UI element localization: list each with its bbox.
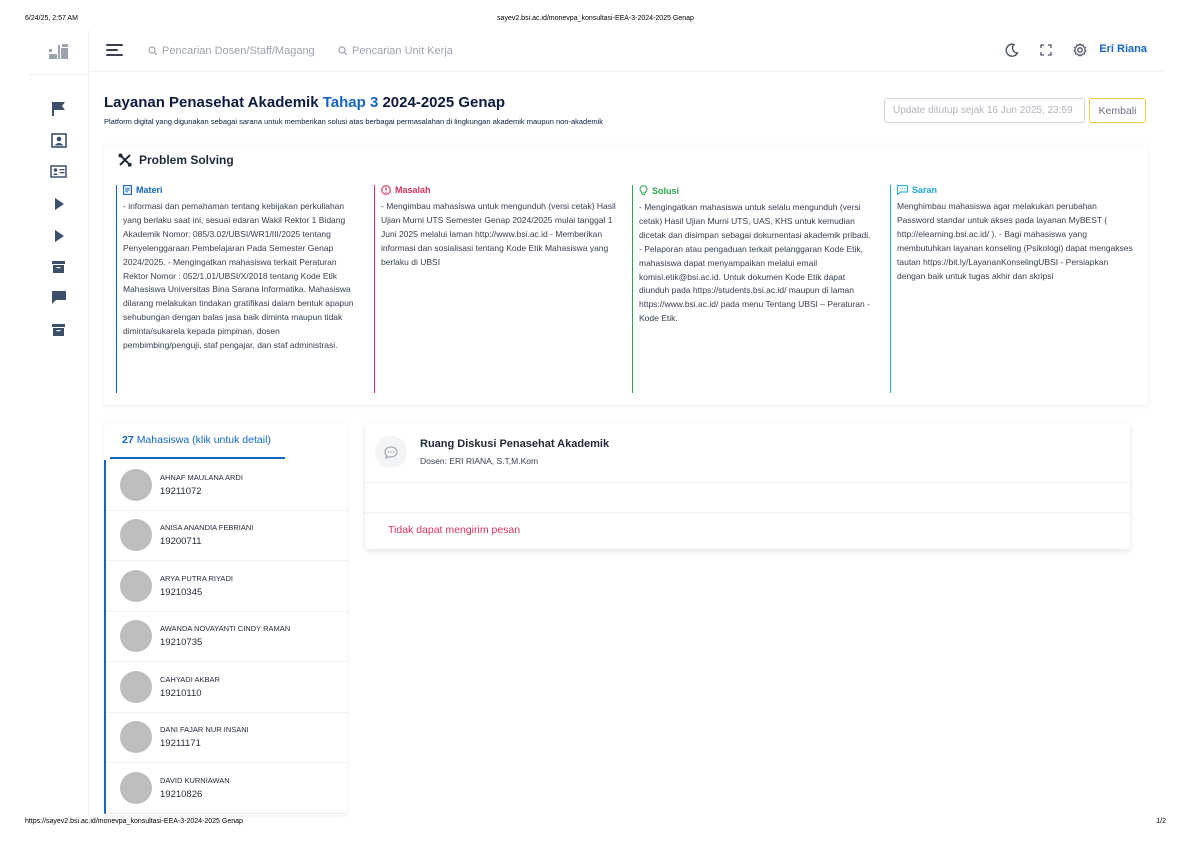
saran-column: Saran Menghimbau mahasiswa agar melakuka… bbox=[890, 185, 1133, 393]
print-url: https://sayev2.bsi.ac.id/monevpa_konsult… bbox=[25, 818, 243, 825]
student-row[interactable]: AHNAF MAULANA ARDI 19211072 bbox=[106, 460, 347, 511]
user-menu[interactable]: Eri Riana bbox=[1099, 43, 1147, 55]
page-title: Layanan Penasehat Akademik Tahap 3 2024-… bbox=[104, 94, 505, 111]
flag-icon[interactable] bbox=[50, 100, 67, 117]
masalah-label: Masalah bbox=[395, 185, 431, 195]
student-name: ANISA ANANDIA FEBRIANI bbox=[160, 523, 254, 533]
lightbulb-icon bbox=[639, 185, 648, 196]
student-row[interactable]: ARYA PUTRA RIYADI 19210345 bbox=[106, 561, 347, 612]
solusi-label: Solusi bbox=[652, 185, 680, 196]
search-dosen-input[interactable]: Pencarian Dosen/Staff/Magang bbox=[148, 43, 323, 59]
student-nim: 19211072 bbox=[160, 485, 202, 497]
materi-column: Materi - informasi dan pemahaman tentang… bbox=[116, 185, 359, 393]
back-button[interactable]: Kembali bbox=[1089, 98, 1146, 123]
search-unit-input[interactable]: Pencarian Unit Kerja bbox=[338, 43, 473, 59]
students-tab-label: Mahasiswa (klik untuk detail) bbox=[136, 434, 271, 446]
print-header: 6/24/25, 2:57 AM sayev2.bsi.ac.id/monevp… bbox=[25, 15, 1166, 25]
student-list: AHNAF MAULANA ARDI 19211072 ANISA ANANDIA… bbox=[104, 460, 347, 814]
play-icon-2[interactable] bbox=[50, 227, 67, 244]
menu-icon[interactable] bbox=[106, 44, 123, 57]
alert-circle-icon bbox=[381, 185, 391, 195]
student-name: AWANDA NOVAYANTI CINDY RAMAN bbox=[160, 624, 291, 634]
avatar bbox=[120, 721, 152, 754]
document-icon bbox=[123, 185, 132, 195]
student-row[interactable]: AWANDA NOVAYANTI CINDY RAMAN 19210735 bbox=[106, 612, 347, 662]
discussion-lecturer: Dosen: ERI RIANA, S.T,M.Kom bbox=[420, 456, 539, 466]
fullscreen-icon[interactable] bbox=[1038, 42, 1054, 58]
saran-label: Saran bbox=[912, 185, 938, 195]
dark-mode-moon-icon[interactable] bbox=[1004, 42, 1020, 58]
discussion-card: Ruang Diskusi Penasehat Akademik Dosen: … bbox=[365, 423, 1130, 549]
student-row[interactable]: CAHYADI AKBAR 19210110 bbox=[106, 662, 347, 713]
student-name: ARYA PUTRA RIYADI bbox=[160, 573, 233, 583]
masalah-column: Masalah - Mengimbau mahasiswa untuk meng… bbox=[374, 185, 617, 393]
gear-icon[interactable] bbox=[1072, 42, 1088, 58]
solusi-column: Solusi - Mengingatkan mahasiswa untuk se… bbox=[632, 185, 875, 393]
print-page-number: 1/2 bbox=[1156, 818, 1166, 825]
chat-bubble-icon bbox=[375, 436, 407, 468]
student-name: AHNAF MAULANA ARDI bbox=[160, 472, 243, 482]
id-card-icon[interactable] bbox=[50, 163, 67, 180]
avatar bbox=[120, 771, 152, 804]
tools-icon bbox=[118, 153, 132, 167]
student-nim: 19211171 bbox=[160, 738, 201, 750]
user-portrait-icon[interactable] bbox=[50, 132, 67, 149]
student-nim: 19210110 bbox=[160, 687, 202, 699]
avatar bbox=[120, 670, 152, 703]
student-nim: 19210345 bbox=[160, 586, 203, 598]
avatar bbox=[120, 519, 152, 552]
topbar: Pencarian Dosen/Staff/Magang Pencarian U… bbox=[90, 30, 1163, 72]
student-name: DANI FAJAR NUR INSANI bbox=[160, 725, 249, 735]
student-nim: 19210735 bbox=[160, 637, 203, 649]
saran-text: Menghimbau mahasiswa agar melakukan peru… bbox=[897, 201, 1133, 281]
page-title-prefix: Layanan Penasehat Akademik bbox=[104, 94, 323, 111]
student-name: CAHYADI AKBAR bbox=[160, 674, 220, 684]
materi-label: Materi bbox=[136, 185, 163, 195]
play-icon[interactable] bbox=[50, 195, 67, 212]
print-title: sayev2.bsi.ac.id/monevpa_konsultasi-EEA-… bbox=[497, 15, 694, 22]
students-tab[interactable]: 27 Mahasiswa (klik untuk detail) bbox=[110, 423, 285, 459]
chat-icon[interactable] bbox=[50, 289, 67, 306]
problem-solving-header: Problem Solving bbox=[118, 153, 234, 167]
avatar bbox=[120, 468, 152, 501]
materi-text: - informasi dan pemahaman tentang kebija… bbox=[123, 201, 354, 351]
student-row[interactable]: DAVID KURNIAWAN 19210826 bbox=[106, 763, 347, 814]
page-title-accent: Tahap 3 bbox=[322, 94, 379, 111]
student-row[interactable]: ANISA ANANDIA FEBRIANI 19200711 bbox=[106, 511, 347, 561]
search-dosen-placeholder: Pencarian Dosen/Staff/Magang bbox=[162, 45, 315, 57]
problem-solving-title: Problem Solving bbox=[139, 153, 234, 167]
search-unit-placeholder: Pencarian Unit Kerja bbox=[352, 45, 453, 57]
search-icon bbox=[148, 46, 158, 56]
archive-icon[interactable] bbox=[50, 258, 67, 275]
student-row[interactable]: DANI FAJAR NUR INSANI 19211171 bbox=[106, 713, 347, 763]
students-card: 27 Mahasiswa (klik untuk detail) AHNAF M… bbox=[104, 423, 347, 815]
students-count: 27 bbox=[122, 434, 134, 446]
avatar bbox=[120, 620, 152, 653]
discussion-title: Ruang Diskusi Penasehat Akademik bbox=[420, 438, 610, 450]
page-subtitle: Platform digital yang digunakan sebagai … bbox=[104, 117, 604, 126]
student-name: DAVID KURNIAWAN bbox=[160, 775, 230, 785]
search-icon bbox=[338, 46, 348, 56]
avatar bbox=[120, 569, 152, 602]
archive-icon-2[interactable] bbox=[50, 321, 67, 338]
student-nim: 19210826 bbox=[160, 788, 203, 800]
print-footer: https://sayev2.bsi.ac.id/monevpa_konsult… bbox=[25, 818, 1166, 828]
app-logo-icon[interactable] bbox=[49, 44, 69, 60]
send-error-message: Tidak dapat mengirim pesan bbox=[388, 524, 521, 536]
comment-icon bbox=[897, 185, 908, 195]
student-nim: 19200711 bbox=[160, 536, 202, 548]
problem-solving-card: Problem Solving Materi - informasi dan p… bbox=[104, 145, 1148, 405]
update-closed-field[interactable]: Update ditutup sejak 16 Jun 2025, 23:59 bbox=[884, 98, 1085, 123]
masalah-text: - Mengimbau mahasiswa untuk mengunduh (v… bbox=[381, 201, 616, 267]
solusi-text: - Mengingatkan mahasiswa untuk selalu me… bbox=[639, 202, 871, 324]
sidebar bbox=[28, 30, 89, 815]
page-title-suffix: 2024-2025 Genap bbox=[378, 94, 506, 111]
